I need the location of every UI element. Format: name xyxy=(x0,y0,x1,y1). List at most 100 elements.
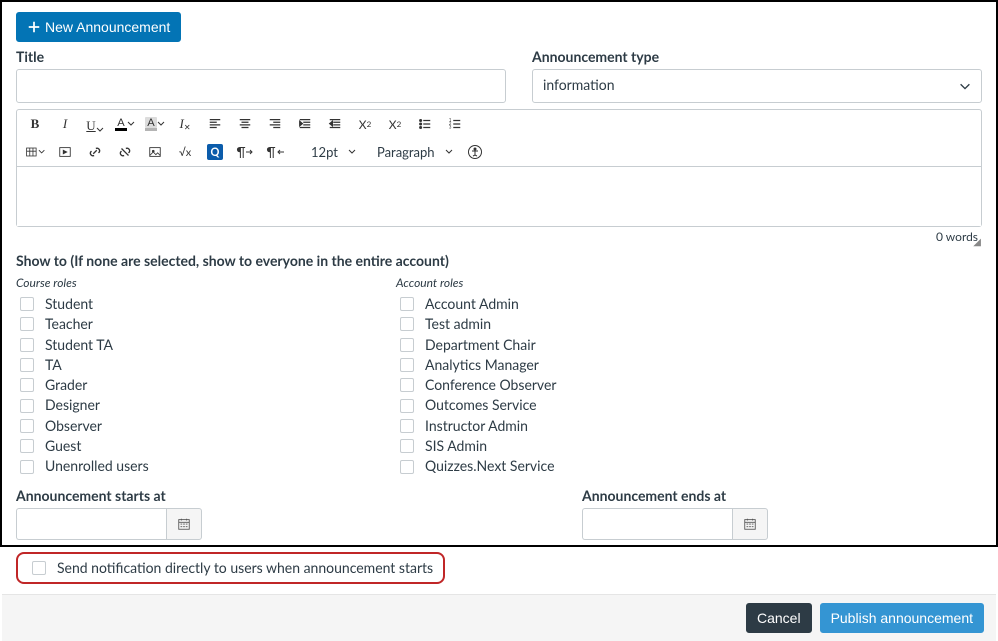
account-role-checkbox[interactable] xyxy=(400,460,414,474)
font-size-value: 12pt xyxy=(311,144,338,160)
account-role-label: Conference Observer xyxy=(425,375,556,395)
course-role-label: Teacher xyxy=(45,314,93,334)
bg-color-icon[interactable]: A xyxy=(145,114,165,134)
outdent-icon[interactable] xyxy=(325,114,345,134)
course-role-label: Student xyxy=(45,294,93,314)
underline-icon[interactable]: U xyxy=(85,114,105,134)
account-role-checkbox[interactable] xyxy=(400,419,414,433)
course-role-checkbox[interactable] xyxy=(20,419,34,433)
editor-content-area[interactable] xyxy=(17,166,981,226)
subscript-icon[interactable]: X2 xyxy=(385,114,405,134)
image-icon[interactable] xyxy=(145,142,165,162)
type-select[interactable]: information xyxy=(532,69,982,103)
course-role-label: Guest xyxy=(45,436,81,456)
account-role-checkbox[interactable] xyxy=(400,338,414,352)
account-role-row: Department Chair xyxy=(396,335,736,355)
align-left-icon[interactable] xyxy=(205,114,225,134)
align-right-icon[interactable] xyxy=(265,114,285,134)
plus-icon xyxy=(27,20,41,34)
font-color-icon[interactable]: A xyxy=(115,114,135,134)
account-role-row: SIS Admin xyxy=(396,436,736,456)
ends-at-input[interactable] xyxy=(582,508,732,540)
italic-icon[interactable]: I xyxy=(55,114,75,134)
bullet-list-icon[interactable] xyxy=(415,114,435,134)
course-role-checkbox[interactable] xyxy=(20,297,34,311)
new-announcement-button[interactable]: New Announcement xyxy=(16,12,181,42)
course-role-row: Grader xyxy=(16,375,356,395)
font-size-dropdown[interactable]: 12pt xyxy=(309,144,365,160)
course-role-label: Designer xyxy=(45,395,100,415)
account-role-row: Test admin xyxy=(396,314,736,334)
course-role-label: TA xyxy=(45,355,62,375)
number-list-icon[interactable]: 123 xyxy=(445,114,465,134)
q-icon[interactable]: Q xyxy=(205,142,225,162)
course-role-row: Teacher xyxy=(16,314,356,334)
account-role-row: Quizzes.Next Service xyxy=(396,456,736,476)
account-role-checkbox[interactable] xyxy=(400,317,414,331)
equation-icon[interactable]: √x xyxy=(175,142,195,162)
cancel-button[interactable]: Cancel xyxy=(746,603,812,633)
bold-icon[interactable]: B xyxy=(25,114,45,134)
publish-button[interactable]: Publish announcement xyxy=(820,603,984,633)
course-role-checkbox[interactable] xyxy=(20,439,34,453)
editor-toolbar-row-2: √x Q ¶ ¶ 12pt Paragraph xyxy=(17,138,981,166)
account-roles-label: Account roles xyxy=(396,275,736,290)
account-role-checkbox[interactable] xyxy=(400,358,414,372)
clear-format-icon[interactable]: I✕ xyxy=(175,114,195,134)
course-roles-label: Course roles xyxy=(16,275,356,290)
indent-icon[interactable] xyxy=(295,114,315,134)
account-role-label: Instructor Admin xyxy=(425,416,528,436)
account-roles-column: Account roles Account AdminTest adminDep… xyxy=(396,275,736,477)
link-icon[interactable] xyxy=(85,142,105,162)
ends-at-label: Announcement ends at xyxy=(582,487,768,504)
superscript-icon[interactable]: X2 xyxy=(355,114,375,134)
account-role-label: Department Chair xyxy=(425,335,536,355)
account-role-row: Analytics Manager xyxy=(396,355,736,375)
account-role-label: Test admin xyxy=(425,314,491,334)
course-role-label: Grader xyxy=(45,375,87,395)
unlink-icon[interactable] xyxy=(115,142,135,162)
course-role-row: Unenrolled users xyxy=(16,456,356,476)
type-selected-value: information xyxy=(543,76,615,93)
type-label: Announcement type xyxy=(532,48,982,65)
course-role-checkbox[interactable] xyxy=(20,378,34,392)
svg-text:3: 3 xyxy=(449,124,452,129)
starts-at-input[interactable] xyxy=(16,508,166,540)
form-footer: Cancel Publish announcement xyxy=(2,594,996,641)
starts-at-calendar-button[interactable] xyxy=(166,508,202,540)
block-format-dropdown[interactable]: Paragraph xyxy=(375,144,455,160)
ends-at-calendar-button[interactable] xyxy=(732,508,768,540)
send-notification-highlight: Send notification directly to users when… xyxy=(16,552,445,584)
new-announcement-label: New Announcement xyxy=(45,20,170,34)
account-role-checkbox[interactable] xyxy=(400,297,414,311)
course-roles-column: Course roles StudentTeacherStudent TATAG… xyxy=(16,275,356,477)
account-role-checkbox[interactable] xyxy=(400,378,414,392)
resize-handle-icon[interactable]: ◢ xyxy=(973,238,981,246)
rtl-icon[interactable]: ¶ xyxy=(265,142,285,162)
embed-icon[interactable] xyxy=(55,142,75,162)
course-role-checkbox[interactable] xyxy=(20,317,34,331)
account-role-label: Quizzes.Next Service xyxy=(425,456,554,476)
block-format-value: Paragraph xyxy=(377,144,435,160)
cancel-button-label: Cancel xyxy=(757,611,801,625)
align-center-icon[interactable] xyxy=(235,114,255,134)
course-role-checkbox[interactable] xyxy=(20,338,34,352)
course-role-checkbox[interactable] xyxy=(20,399,34,413)
course-role-checkbox[interactable] xyxy=(20,460,34,474)
publish-button-label: Publish announcement xyxy=(831,611,973,625)
ltr-icon[interactable]: ¶ xyxy=(235,142,255,162)
course-role-checkbox[interactable] xyxy=(20,358,34,372)
course-role-label: Student TA xyxy=(45,335,113,355)
accessibility-icon[interactable] xyxy=(465,142,485,162)
starts-at-label: Announcement starts at xyxy=(16,487,202,504)
account-role-checkbox[interactable] xyxy=(400,399,414,413)
show-to-heading: Show to (If none are selected, show to e… xyxy=(16,252,982,269)
course-role-row: TA xyxy=(16,355,356,375)
course-role-row: Student TA xyxy=(16,335,356,355)
title-input[interactable] xyxy=(16,69,506,103)
calendar-icon xyxy=(743,517,757,531)
send-notification-checkbox[interactable] xyxy=(32,561,46,575)
table-icon[interactable] xyxy=(25,142,45,162)
account-role-checkbox[interactable] xyxy=(400,439,414,453)
send-notification-label: Send notification directly to users when… xyxy=(57,559,433,576)
